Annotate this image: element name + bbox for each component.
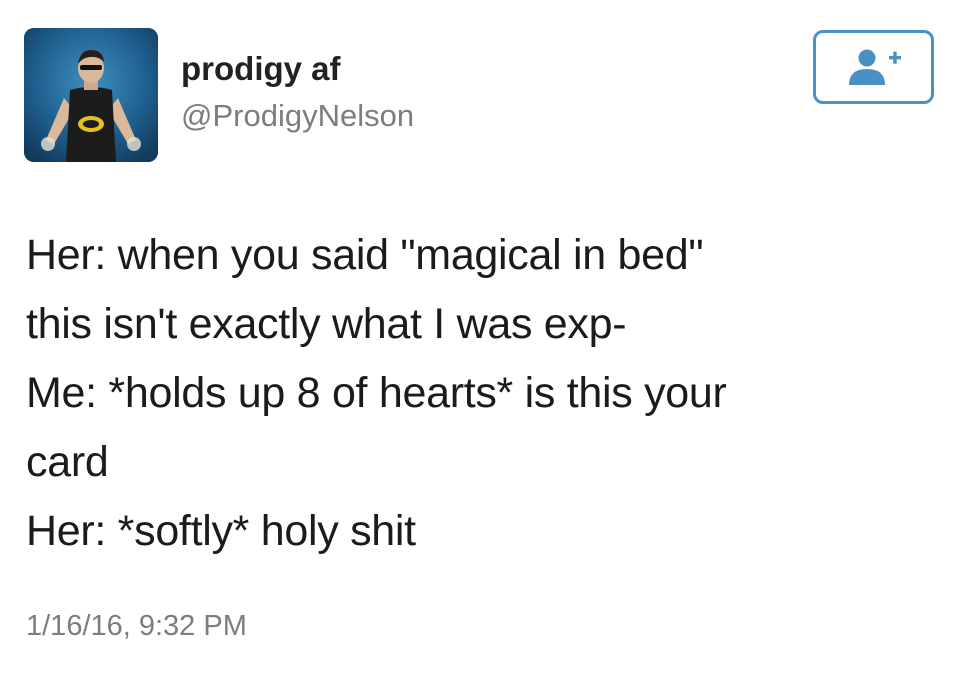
add-user-icon bbox=[848, 49, 901, 85]
tweet-text: Her: when you said "magical in bed" this… bbox=[26, 221, 926, 566]
follow-button[interactable] bbox=[813, 30, 934, 104]
tweet-card: prodigy af @ProdigyNelson Her: when you … bbox=[0, 0, 960, 684]
avatar[interactable] bbox=[24, 28, 158, 162]
display-name[interactable]: prodigy af bbox=[181, 49, 341, 89]
avatar-image bbox=[24, 28, 158, 162]
tweet-text-line: this isn't exactly what I was exp- bbox=[26, 300, 627, 348]
tweet-text-line: card bbox=[26, 438, 109, 486]
user-handle[interactable]: @ProdigyNelson bbox=[181, 97, 414, 135]
timestamp[interactable]: 1/16/16, 9:32 PM bbox=[26, 608, 247, 644]
tweet-text-line: Me: *holds up 8 of hearts* is this your bbox=[26, 369, 727, 417]
tweet-text-line: Her: *softly* holy shit bbox=[26, 507, 416, 555]
tweet-text-line: Her: when you said "magical in bed" bbox=[26, 231, 704, 279]
